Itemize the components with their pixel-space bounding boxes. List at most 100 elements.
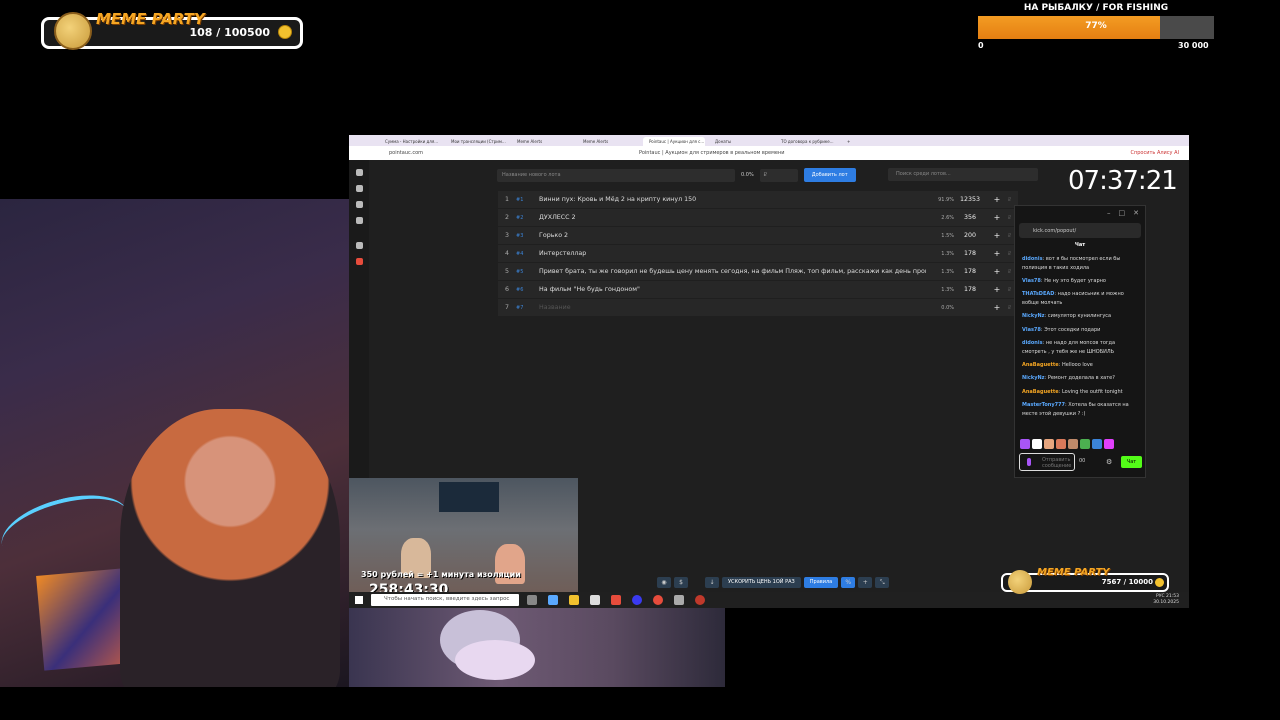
mic-icon[interactable] [1027, 458, 1031, 466]
add-amount-button[interactable]: + [986, 213, 1008, 222]
rules-button[interactable]: Правила [803, 577, 839, 588]
lot-name[interactable]: На фильм "Не будь гондоном" [539, 286, 926, 293]
chat-username[interactable]: didonis [1022, 340, 1043, 346]
chat-username[interactable]: NickyNz [1022, 375, 1045, 381]
lot-search-input[interactable]: Поиск среди лотов... [888, 168, 1038, 181]
add-amount-button[interactable]: + [986, 267, 1008, 276]
lot-row[interactable]: 4 #4 Интерстеллар 1.3% 178 + ₽ [498, 245, 1018, 262]
emote-icon[interactable] [1092, 439, 1102, 449]
app-icon[interactable] [590, 595, 600, 605]
chat-message: NickyNz: Ремонт доделала в хате? [1022, 375, 1115, 382]
app-icon[interactable] [632, 595, 642, 605]
ai-button[interactable]: Спросить Алису AI [1131, 150, 1180, 156]
mini-stream: 350 рублей = +1 минута изоляции 258:43:3… [349, 478, 578, 592]
emote-icon[interactable] [1056, 439, 1066, 449]
emote-icon[interactable] [1032, 439, 1042, 449]
lot-name[interactable]: Привет братa, ты же говорил не будешь це… [539, 268, 926, 275]
emote-icon[interactable] [1020, 439, 1030, 449]
chat-username[interactable]: Vlas78 [1022, 327, 1041, 333]
hammer-icon[interactable] [355, 169, 363, 176]
browser-tab[interactable]: Донаты [709, 137, 771, 146]
dollar-icon[interactable]: $ [674, 577, 688, 588]
chat-username[interactable]: MasterTony777 [1022, 402, 1065, 408]
tray-lang[interactable]: РУС [1156, 594, 1165, 599]
taskbar-search[interactable]: Чтобы начать поиск, введите здесь запрос [371, 594, 519, 606]
wheel-icon[interactable] [355, 201, 363, 208]
lot-row[interactable]: 6 #6 На фильм "Не будь гондоном" 1.3% 178 + ₽ [498, 281, 1018, 298]
add-lot-button[interactable]: Добавить лот [803, 168, 856, 182]
browser-tab[interactable]: Сумма - Настройки для... [379, 137, 441, 146]
lot-name[interactable]: ДУХЛЕСС 2 [539, 214, 926, 221]
new-lot-input[interactable]: Название нового лота [497, 168, 735, 182]
minimize-icon[interactable]: – [1107, 209, 1111, 220]
add-amount-button[interactable]: + [986, 231, 1008, 240]
lot-row[interactable]: 7 #7 Название 0.0% + ₽ [498, 299, 1018, 316]
chat-username[interactable]: AnaBaguette [1022, 389, 1059, 395]
help-icon[interactable] [355, 242, 363, 249]
gear-icon[interactable] [674, 595, 684, 605]
lot-percent: 2.6% [941, 214, 954, 221]
lot-row[interactable]: 3 #3 Горько 2 1.5% 200 + ₽ [498, 227, 1018, 244]
plus-icon[interactable]: + [858, 577, 873, 588]
add-amount-button[interactable]: + [986, 285, 1008, 294]
lamp [455, 640, 535, 680]
gear-icon[interactable]: ⚙ [1106, 458, 1112, 466]
emote-icon[interactable] [1104, 439, 1114, 449]
chat-points[interactable]: 00 [1079, 458, 1085, 464]
windows-start-icon[interactable] [355, 596, 363, 604]
browser-tab[interactable]: ТО договора к рубрике... [775, 137, 837, 146]
browser-tab[interactable]: Meme Alerts [577, 137, 639, 146]
system-tray[interactable]: РУС 21:53 30.10.2025 [1153, 594, 1179, 606]
chat-send-button[interactable]: Чат [1121, 456, 1142, 468]
new-lot-price-input[interactable]: ₽ [759, 168, 798, 182]
chat-username[interactable]: Vlas78 [1022, 278, 1041, 284]
app-icon[interactable] [695, 595, 705, 605]
github-icon[interactable]: ◉ [657, 577, 671, 588]
expand-icon[interactable]: ⤡ [875, 577, 890, 588]
folder-icon[interactable] [569, 595, 579, 605]
emote-icon[interactable] [1068, 439, 1078, 449]
lot-number: 7 [504, 304, 509, 311]
new-tab-button[interactable]: + [841, 137, 853, 146]
chat-text: Этот соседки подари [1044, 326, 1101, 333]
speed-up-button[interactable]: УСКОРИТЬ ЦЕНЬ 1ОЙ РАЗ [722, 577, 801, 588]
delete-lot-icon[interactable]: ₽ [1008, 197, 1018, 203]
clipboard-icon[interactable] [355, 217, 363, 224]
close-icon[interactable]: ✕ [1133, 209, 1139, 220]
maximize-icon[interactable]: □ [1119, 209, 1126, 220]
add-amount-button[interactable]: + [986, 249, 1008, 258]
lot-row[interactable]: 2 #2 ДУХЛЕСС 2 2.6% 356 + ₽ [498, 209, 1018, 226]
gear-icon[interactable] [355, 185, 363, 192]
chat-username[interactable]: didonis [1022, 256, 1043, 262]
chat-url-bar[interactable]: kick.com/popout/ [1019, 223, 1141, 238]
add-amount-button[interactable]: + [986, 303, 1008, 312]
taskbar-apps [527, 595, 705, 605]
url-text[interactable]: pointauc.com [389, 150, 423, 156]
emote-icon[interactable] [1044, 439, 1054, 449]
lot-name[interactable]: Винни пух: Кровь и Мёд 2 на крипту кинул… [539, 196, 926, 203]
yandex-icon[interactable] [611, 595, 621, 605]
lot-name[interactable]: Горько 2 [539, 232, 926, 239]
chat-username[interactable]: NickyNz [1022, 313, 1045, 319]
chat-username[interactable]: AnaBaguette [1022, 362, 1059, 368]
lot-name[interactable]: Название [539, 304, 926, 311]
obs-icon[interactable] [653, 595, 663, 605]
lot-name[interactable]: Интерстеллар [539, 250, 926, 257]
app-icon[interactable] [548, 595, 558, 605]
add-amount-button[interactable]: + [986, 195, 1008, 204]
browser-tab[interactable]: Мои трансляции (Стрим... [445, 137, 507, 146]
meme-party-title: MEME PARTY [1037, 567, 1110, 578]
emote-icon[interactable] [1080, 439, 1090, 449]
download-icon[interactable]: ↓ [705, 577, 719, 588]
logout-icon[interactable] [355, 258, 363, 265]
lot-number: 1 [504, 196, 509, 203]
chat-username[interactable]: THATsDEAD [1022, 291, 1054, 297]
task-view-icon[interactable] [527, 595, 537, 605]
lot-value: 356 [963, 214, 977, 221]
browser-tab[interactable]: Meme Alerts [511, 137, 573, 146]
percent-icon[interactable]: % [841, 577, 856, 588]
lot-row[interactable]: 5 #5 Привет братa, ты же говорил не будешь… [498, 263, 1018, 280]
browser-tab-active[interactable]: Pointauc | Аукцион для с... [643, 137, 705, 146]
address-bar[interactable]: pointauc.com Pointauc | Аукцион для стри… [349, 146, 1189, 160]
lot-row[interactable]: 1 #1 Винни пух: Кровь и Мёд 2 на крипту ки… [498, 191, 1018, 208]
